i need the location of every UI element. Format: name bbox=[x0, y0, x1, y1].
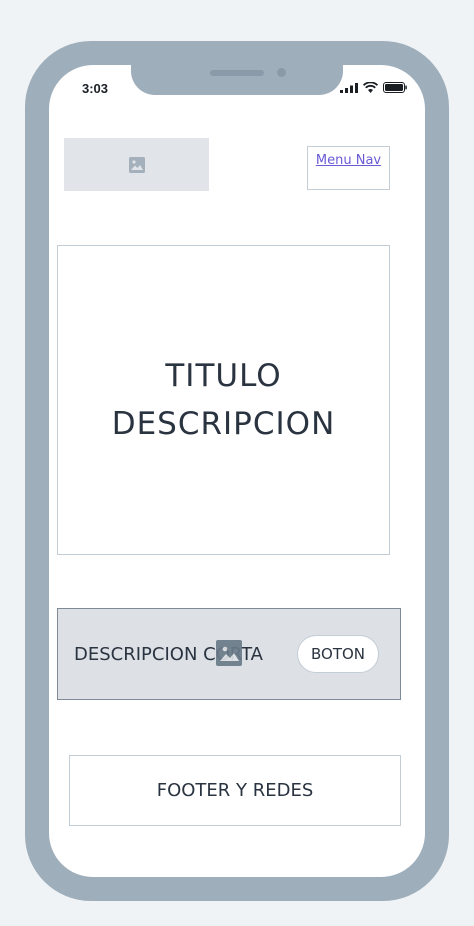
cellular-signal-icon bbox=[340, 82, 358, 93]
phone-notch bbox=[131, 65, 343, 95]
status-icons bbox=[340, 82, 407, 93]
phone-frame: 3:03 Menu Nav TITULO DESCRIPCION DESCRIP… bbox=[25, 41, 449, 901]
front-camera bbox=[277, 68, 286, 77]
cta-banner: DESCRIPCION CORTA BOTON bbox=[57, 608, 401, 700]
image-placeholder-icon bbox=[220, 646, 239, 661]
cta-image bbox=[216, 640, 242, 666]
logo-placeholder bbox=[64, 138, 209, 191]
menu-nav-link[interactable]: Menu Nav bbox=[316, 153, 381, 171]
image-placeholder-icon bbox=[128, 156, 145, 173]
cta-button[interactable]: BOTON bbox=[297, 635, 379, 673]
hero-title: TITULO bbox=[165, 358, 282, 394]
wifi-icon bbox=[363, 82, 378, 93]
footer: FOOTER Y REDES bbox=[69, 755, 401, 826]
phone-screen: 3:03 Menu Nav TITULO DESCRIPCION DESCRIP… bbox=[49, 65, 425, 877]
status-time: 3:03 bbox=[82, 81, 109, 96]
menu-nav: Menu Nav bbox=[307, 146, 390, 190]
speaker-grille bbox=[210, 70, 264, 76]
hero-section: TITULO DESCRIPCION bbox=[57, 245, 390, 555]
battery-icon bbox=[383, 82, 407, 93]
hero-description: DESCRIPCION bbox=[111, 406, 336, 442]
